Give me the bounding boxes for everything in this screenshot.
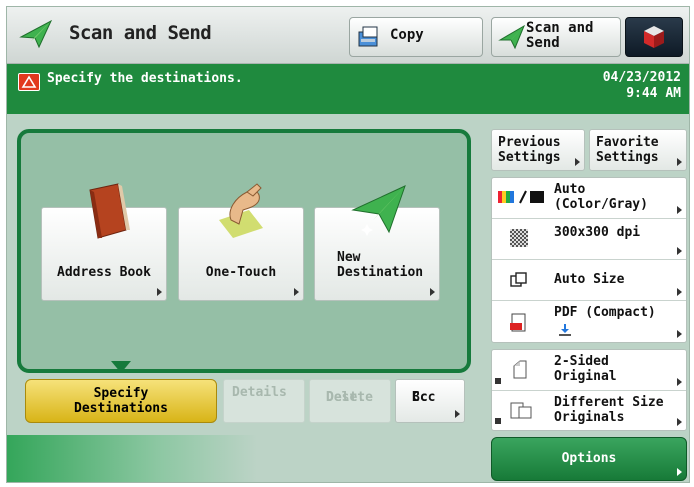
scan-size-label: Auto Size [554, 272, 625, 287]
corner-mark-icon [495, 378, 501, 384]
specify-line1: Specify [93, 386, 149, 401]
new-destination-line1: New [337, 250, 361, 265]
new-destination-icon [351, 185, 406, 236]
corner-mark-icon [495, 418, 501, 424]
send-plane-icon [498, 24, 526, 50]
warning-icon [18, 73, 40, 91]
top-bar: Scan and Send Copy Scan and Send [7, 7, 689, 64]
copy-button[interactable]: Copy [349, 17, 483, 57]
scan-send-label: Scan and Send [526, 21, 593, 51]
chevron-right-icon [677, 206, 682, 214]
new-destination-label: New Destination [337, 250, 439, 280]
color-gray-icon [498, 190, 546, 204]
pdf-file-icon [510, 313, 528, 333]
options-button[interactable]: Options [491, 437, 687, 481]
previous-settings-label: Previous Settings [498, 135, 561, 165]
status-monitor-button[interactable] [625, 17, 683, 57]
time-text: 9:44 AM [626, 86, 681, 101]
resolution-label: 300x300 dpi [554, 225, 641, 240]
chevron-right-icon [157, 288, 162, 296]
different-size-icon [510, 401, 532, 419]
two-sided-line1: 2-Sided [554, 354, 609, 369]
status-monitor-icon [644, 26, 664, 48]
color-line1: Auto [554, 182, 586, 197]
details-button[interactable]: Details [223, 379, 305, 423]
scan-size-setting[interactable]: Auto Size [492, 260, 686, 301]
panel-pointer [111, 361, 131, 373]
one-touch-button[interactable]: One-Touch [178, 183, 304, 301]
chevron-right-icon [575, 158, 580, 166]
previous-line1: Previous [498, 135, 561, 150]
send-plane-icon [19, 19, 53, 49]
chevron-right-icon [677, 330, 682, 338]
one-touch-icon [219, 183, 263, 238]
resolution-setting[interactable]: 300x300 dpi [492, 219, 686, 260]
scan-settings-group: Auto (Color/Gray) 300x300 dpi Auto Size [491, 177, 687, 343]
status-bar: Specify the destinations. 04/23/2012 9:4… [7, 64, 689, 114]
new-destination-button[interactable]: New Destination [314, 185, 440, 301]
chevron-right-icon [294, 288, 299, 296]
favorite-line2: Settings [596, 150, 659, 165]
chevron-right-icon [430, 288, 435, 296]
different-size-originals-setting[interactable]: Different Size Originals [492, 391, 686, 430]
specify-line2: Destinations [74, 401, 168, 416]
delete-line2: Dest. [326, 390, 366, 405]
chevron-right-icon [677, 468, 682, 476]
chevron-right-icon [455, 410, 460, 418]
color-line2: (Color/Gray) [554, 197, 648, 212]
two-sided-line2: Original [554, 369, 617, 384]
favorite-line1: Favorite [596, 135, 659, 150]
original-settings-group: 2-Sided Original Different Size Original… [491, 349, 687, 431]
address-book-button[interactable]: Address Book [41, 183, 167, 301]
address-book-label: Address Book [57, 265, 151, 280]
chevron-right-icon [677, 288, 682, 296]
compact-icon [558, 323, 572, 337]
cc-bcc-button[interactable]: Cc Bcc [395, 379, 465, 423]
specify-destinations-button[interactable]: Specify Destinations [25, 379, 217, 423]
options-label: Options [561, 451, 617, 466]
color-mode-label: Auto (Color/Gray) [554, 182, 648, 212]
one-touch-label: One-Touch [205, 265, 277, 280]
delete-dest-button[interactable]: Delete Dest. [309, 379, 391, 423]
copy-label: Copy [390, 27, 424, 43]
scan-send-button[interactable]: Scan and Send [491, 17, 621, 57]
chevron-right-icon [677, 158, 682, 166]
diff-size-line2: Originals [554, 410, 625, 425]
previous-line2: Settings [498, 150, 561, 165]
bottom-decoration [7, 435, 257, 482]
address-book-icon [89, 183, 130, 239]
two-sided-icon [512, 360, 528, 380]
device-panel: Scan and Send Copy Scan and Send Specify… [6, 6, 690, 483]
different-size-label: Different Size Originals [554, 395, 664, 425]
favorite-settings-label: Favorite Settings [596, 135, 659, 165]
resolution-icon [510, 229, 528, 247]
chevron-right-icon [677, 378, 682, 386]
app-title: Scan and Send [69, 22, 212, 44]
status-message: Specify the destinations. [47, 71, 243, 86]
favorite-settings-button[interactable]: Favorite Settings [589, 129, 687, 171]
color-mode-setting[interactable]: Auto (Color/Gray) [492, 178, 686, 219]
copy-icon [358, 26, 378, 47]
new-destination-line2: Destination [337, 265, 424, 280]
chevron-right-icon [677, 247, 682, 255]
chevron-right-icon [677, 418, 682, 426]
previous-settings-button[interactable]: Previous Settings [491, 129, 585, 171]
bcc-line: Bcc [412, 390, 436, 405]
date-time: 04/23/2012 9:44 AM [603, 70, 681, 102]
file-format-label: PDF (Compact) [554, 305, 656, 320]
scan-send-line1: Scan and [526, 20, 594, 36]
date-text: 04/23/2012 [602, 70, 681, 85]
two-sided-label: 2-Sided Original [554, 354, 617, 384]
auto-size-icon [510, 272, 528, 288]
scan-and-send-screen: Scan and Send Copy Scan and Send Specify… [0, 0, 694, 487]
specify-label: Specify Destinations [26, 380, 216, 416]
details-label: Details [232, 385, 287, 400]
two-sided-original-setting[interactable]: 2-Sided Original [492, 350, 686, 391]
file-format-setting[interactable]: PDF (Compact) [492, 301, 686, 342]
diff-size-line1: Different Size [554, 395, 664, 410]
scan-send-line2: Send [526, 35, 560, 51]
